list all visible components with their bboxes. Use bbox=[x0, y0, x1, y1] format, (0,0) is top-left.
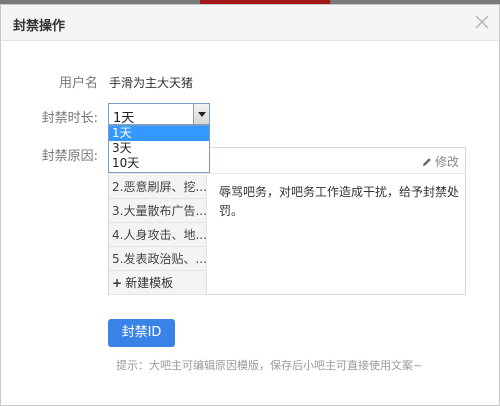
dialog-titlebar: 封禁操作 bbox=[1, 5, 499, 41]
ban-submit-button[interactable]: 封禁ID bbox=[108, 319, 175, 347]
template-item[interactable]: 3.大量散布广告... bbox=[109, 199, 207, 223]
plus-icon: + bbox=[112, 276, 123, 290]
username-value: 手滑为主大天猪 bbox=[109, 76, 194, 90]
close-icon[interactable] bbox=[473, 13, 491, 31]
duration-select[interactable]: 1天 bbox=[108, 103, 210, 126]
edit-reason-button[interactable]: 修改 bbox=[422, 153, 459, 170]
dialog-title: 封禁操作 bbox=[13, 19, 66, 34]
template-item[interactable]: 5.发表政治贴、... bbox=[109, 247, 207, 271]
template-list: 2.恶意刷屏、挖... 3.大量散布广告... 4.人身攻击、地... 5.发表… bbox=[109, 175, 207, 295]
chevron-down-icon[interactable] bbox=[193, 104, 209, 124]
duration-option-10[interactable]: 10天 bbox=[109, 156, 209, 171]
reason-label: 封禁原因: bbox=[41, 149, 98, 164]
edit-reason-label: 修改 bbox=[434, 155, 459, 169]
duration-dropdown: 1天 3天 10天 bbox=[108, 125, 210, 173]
duration-option-3[interactable]: 3天 bbox=[109, 141, 209, 156]
pencil-icon bbox=[422, 158, 431, 166]
template-item[interactable]: 2.恶意刷屏、挖... bbox=[109, 175, 207, 199]
duration-selected-value: 1天 bbox=[113, 111, 135, 126]
duration-option-1[interactable]: 1天 bbox=[109, 126, 209, 141]
username-label: 用户名 bbox=[58, 76, 98, 91]
new-template-button[interactable]: + 新建模板 bbox=[109, 271, 207, 295]
reason-text[interactable]: 辱骂吧务，对吧务工作造成干扰，给予封禁处罚。 bbox=[219, 183, 459, 221]
template-item[interactable]: 4.人身攻击、地... bbox=[109, 223, 207, 247]
duration-label: 封禁时长: bbox=[41, 111, 98, 126]
hint-text: 提示：大吧主可编辑原因模版，保存后小吧主可直接使用文案~ bbox=[116, 359, 423, 372]
new-template-label: 新建模板 bbox=[125, 276, 174, 290]
